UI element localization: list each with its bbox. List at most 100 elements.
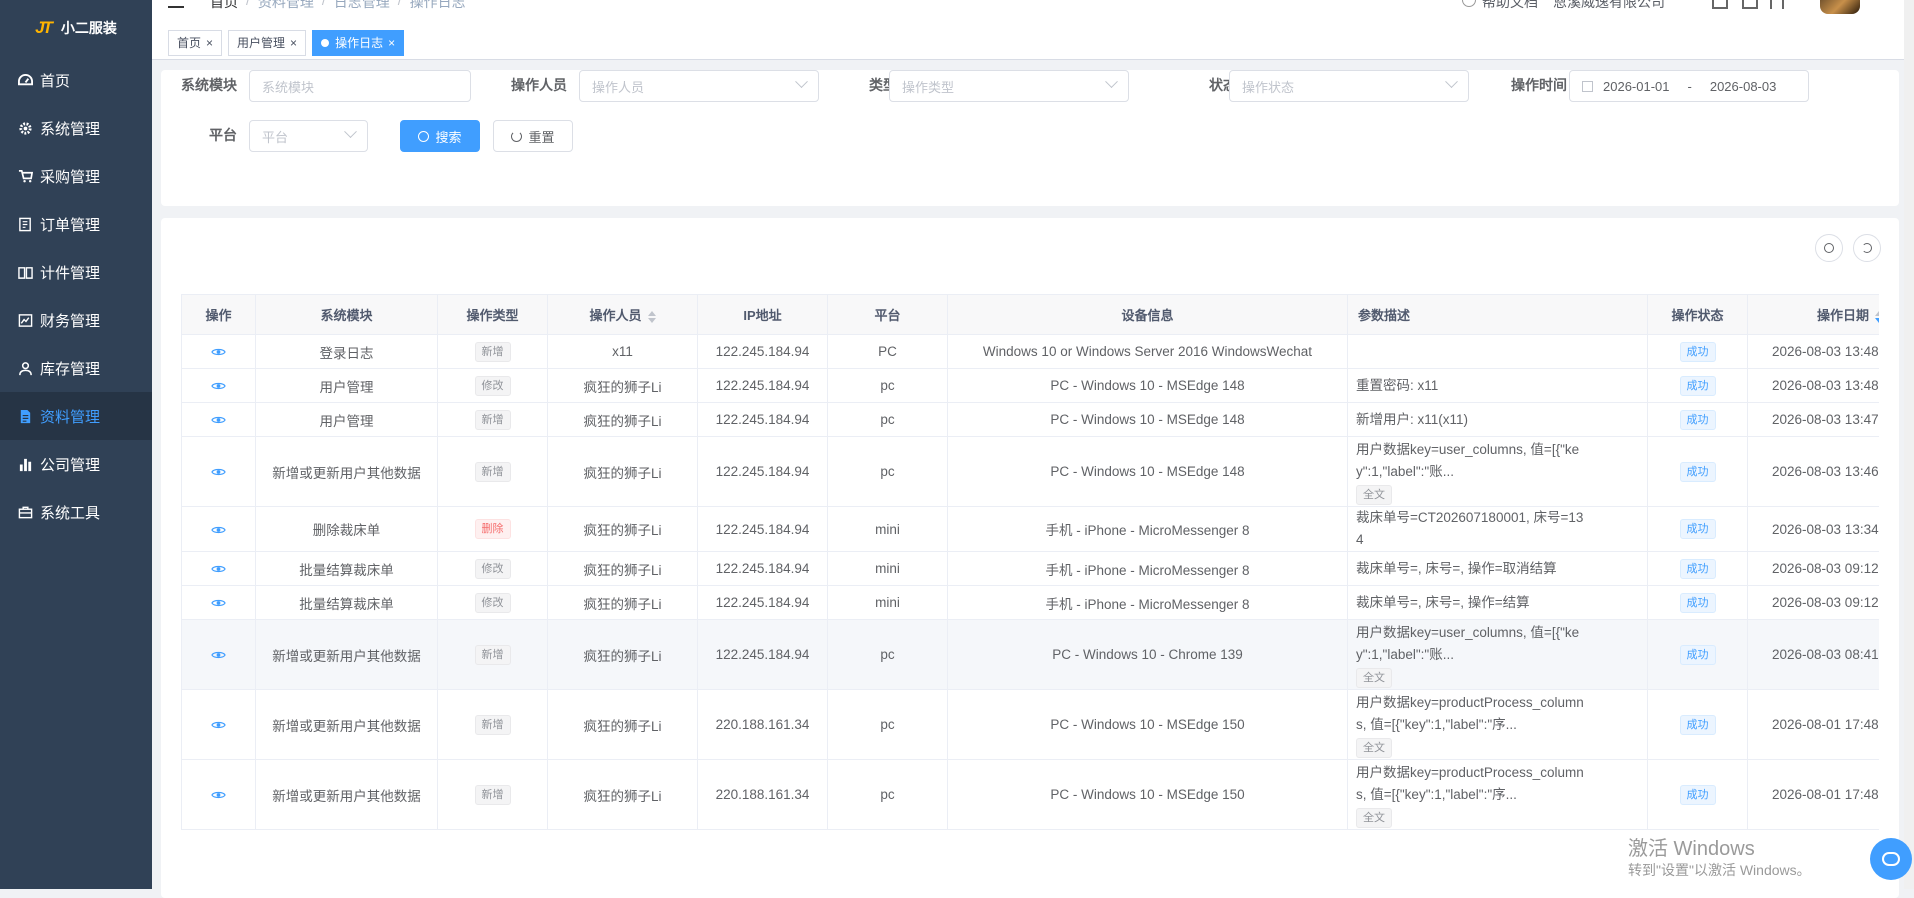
eye-icon[interactable]	[211, 787, 226, 802]
date-end[interactable]: 2026-08-03	[1710, 79, 1777, 94]
sidebar-item[interactable]: 订单管理	[0, 200, 152, 248]
close-icon[interactable]: ×	[290, 36, 297, 50]
sidebar-item-label: 计件管理	[40, 264, 101, 282]
ip-cell: 220.188.161.34	[697, 759, 828, 830]
sidebar-item[interactable]: 系统管理	[0, 104, 152, 152]
date-range-picker[interactable]: 2026-01-01 - 2026-08-03	[1569, 70, 1809, 102]
full-text-button[interactable]: 全文	[1356, 667, 1392, 688]
eye-icon[interactable]	[211, 595, 226, 610]
sidebar-item[interactable]: 采购管理	[0, 152, 152, 200]
chat-icon	[1882, 852, 1900, 866]
user-icon	[18, 361, 33, 376]
close-icon[interactable]: ×	[388, 36, 395, 50]
tab-tag[interactable]: 操作日志 ×	[312, 29, 405, 56]
date-cell: 2026-08-03 09:12	[1747, 551, 1879, 586]
table-header-row: 操作 系统模块 操作类型 操作人员 IP地址 平台 设备信息 参数描述 操作状态…	[181, 294, 1879, 335]
table-row[interactable]: 登录日志 新增 x11 122.245.184.94 PC Windows 10 or W…	[181, 334, 1879, 369]
table-row[interactable]: 批量结算裁床单 修改 疯狂的狮子Li 122.245.184.94 mini 手机 - i…	[181, 585, 1879, 620]
fullscreen-icon[interactable]	[1712, 0, 1728, 9]
ip-cell: 122.245.184.94	[697, 402, 828, 437]
company-name[interactable]: 恩溪威逸有限公司	[1553, 0, 1665, 12]
breadcrumb-item[interactable]: 日志管理	[334, 0, 390, 12]
platform-cell: mini	[827, 585, 948, 620]
operator-select[interactable]: 操作人员	[579, 70, 819, 102]
book-icon	[18, 265, 33, 280]
full-text-button[interactable]: 全文	[1356, 807, 1392, 828]
tags-view: 首页 × 用户管理 × 操作日志 ×	[152, 26, 1914, 60]
module-input[interactable]: 系统模块	[249, 70, 471, 102]
status-cell: 成功	[1647, 506, 1748, 552]
tab-tag[interactable]: 用户管理 ×	[228, 29, 307, 56]
ip-cell: 122.245.184.94	[697, 368, 828, 403]
eye-icon[interactable]	[211, 378, 226, 393]
sort-desc-icon[interactable]	[1875, 310, 1879, 323]
layout-icon[interactable]	[1770, 0, 1784, 9]
page-scrollbar[interactable]	[1904, 0, 1914, 889]
platform-cell: pc	[827, 436, 948, 507]
table-row[interactable]: 新增或更新用户其他数据 新增 疯狂的狮子Li 122.245.184.94 pc PC -…	[181, 436, 1879, 507]
type-select[interactable]: 操作类型	[889, 70, 1129, 102]
sidebar-item[interactable]: 库存管理	[0, 344, 152, 392]
table-row[interactable]: 新增或更新用户其他数据 新增 疯狂的狮子Li 220.188.161.34 pc PC -…	[181, 689, 1879, 760]
full-text-button[interactable]: 全文	[1356, 484, 1392, 505]
search-icon	[1824, 243, 1834, 253]
table-row[interactable]: 用户管理 新增 疯狂的狮子Li 122.245.184.94 pc PC - Window…	[181, 402, 1879, 437]
sidebar-item[interactable]: 公司管理	[0, 440, 152, 488]
table-row[interactable]: 批量结算裁床单 修改 疯狂的狮子Li 122.245.184.94 mini 手机 - i…	[181, 551, 1879, 586]
platform-select[interactable]: 平台	[249, 120, 368, 152]
date-start[interactable]: 2026-01-01	[1603, 79, 1670, 94]
app-logo[interactable]: JT 小二服装	[0, 0, 152, 56]
toggle-search-button[interactable]	[1815, 234, 1843, 262]
status-cell: 成功	[1647, 334, 1748, 369]
hamburger-icon[interactable]	[168, 0, 184, 8]
breadcrumb-item: 操作日志	[409, 0, 466, 10]
sidebar-item[interactable]: 资料管理	[0, 392, 152, 440]
status-select[interactable]: 操作状态	[1229, 70, 1469, 102]
table-row[interactable]: 用户管理 修改 疯狂的狮子Li 122.245.184.94 pc PC - Window…	[181, 368, 1879, 403]
device-cell: Windows 10 or Windows Server 2016 Window…	[947, 334, 1348, 369]
tab-tag[interactable]: 首页 ×	[168, 29, 223, 56]
sidebar-item[interactable]: 系统工具	[0, 488, 152, 536]
search-button[interactable]: 搜索	[400, 120, 480, 152]
breadcrumb-item[interactable]: 资料管理	[258, 0, 314, 12]
eye-icon[interactable]	[211, 647, 226, 662]
close-icon[interactable]: ×	[206, 36, 213, 50]
eye-icon[interactable]	[211, 561, 226, 576]
sidebar-item-label: 库存管理	[40, 360, 101, 378]
size-icon[interactable]	[1742, 0, 1758, 9]
module-cell: 批量结算裁床单	[255, 585, 438, 620]
help-icon[interactable]	[1462, 0, 1476, 7]
table-row[interactable]: 新增或更新用户其他数据 新增 疯狂的狮子Li 220.188.161.34 pc PC -…	[181, 759, 1879, 830]
breadcrumb-item[interactable]: 首页	[210, 0, 238, 12]
eye-icon[interactable]	[211, 522, 226, 537]
module-cell: 批量结算裁床单	[255, 551, 438, 586]
sort-icon[interactable]	[647, 310, 656, 323]
platform-cell: pc	[827, 689, 948, 760]
full-text-button[interactable]: 全文	[1356, 737, 1392, 758]
ip-cell: 122.245.184.94	[697, 436, 828, 507]
eye-icon[interactable]	[211, 344, 226, 359]
type-tag: 修改	[474, 592, 511, 613]
table-row[interactable]: 删除裁床单 删除 疯狂的狮子Li 122.245.184.94 mini 手机 - iPh…	[181, 506, 1879, 552]
eye-icon[interactable]	[211, 717, 226, 732]
sidebar-item[interactable]: 首页	[0, 56, 152, 104]
param-text: 用户数据key=user_columns, 值=[{"key":1,"label…	[1356, 441, 1580, 479]
avatar[interactable]	[1820, 0, 1860, 14]
module-cell: 用户管理	[255, 368, 438, 403]
reset-button[interactable]: 重置	[493, 120, 573, 152]
type-tag: 新增	[474, 409, 511, 430]
col-header-date[interactable]: 操作日期	[1747, 294, 1879, 335]
type-cell: 新增	[437, 402, 548, 437]
module-cell: 新增或更新用户其他数据	[255, 689, 438, 760]
refresh-button[interactable]	[1853, 234, 1881, 262]
col-header-operator[interactable]: 操作人员	[547, 294, 698, 335]
param-text: 裁床单号=, 床号=, 操作=结算	[1356, 594, 1530, 610]
chat-button[interactable]	[1870, 838, 1912, 880]
sidebar-item[interactable]: 计件管理	[0, 248, 152, 296]
eye-icon[interactable]	[211, 464, 226, 479]
sidebar-item[interactable]: 财务管理	[0, 296, 152, 344]
col-header-operator-label: 操作人员	[589, 308, 642, 323]
table-row[interactable]: 新增或更新用户其他数据 新增 疯狂的狮子Li 122.245.184.94 pc PC -…	[181, 619, 1879, 690]
help-link[interactable]: 帮助文档	[1482, 0, 1538, 12]
eye-icon[interactable]	[211, 412, 226, 427]
